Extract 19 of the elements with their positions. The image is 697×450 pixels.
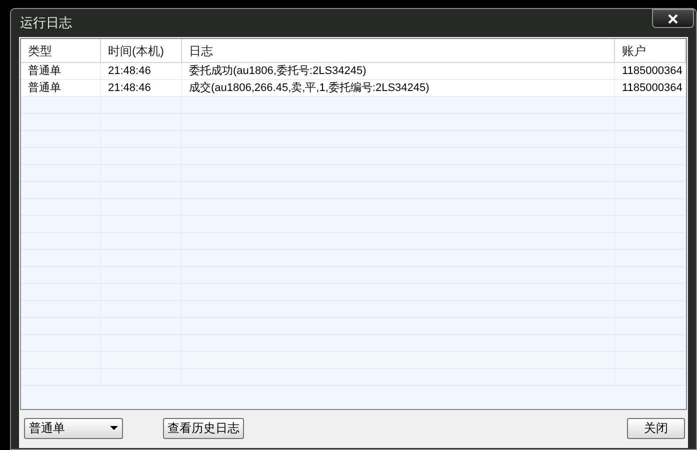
column-header[interactable]: 类型 bbox=[21, 39, 101, 62]
table-cell: 成交(au1806,266.45,卖,平,1,委托编号:2LS34245) bbox=[182, 80, 615, 96]
close-icon bbox=[668, 14, 678, 24]
column-header[interactable]: 日志 bbox=[182, 39, 615, 62]
table-cell: 1185000364 bbox=[615, 80, 686, 96]
caret-icon bbox=[110, 426, 118, 430]
table-cell: 普通单 bbox=[21, 80, 101, 96]
column-header[interactable]: 时间(本机) bbox=[101, 39, 182, 62]
table-cell: 1185000364 bbox=[615, 63, 686, 79]
table-cell: 21:48:46 bbox=[101, 63, 182, 79]
type-dropdown[interactable]: 普通单 bbox=[24, 418, 123, 438]
close-button[interactable] bbox=[652, 9, 694, 28]
close-dialog-button[interactable]: 关闭 bbox=[627, 418, 685, 438]
table-cell: 委托成功(au1806,委托号:2LS34245) bbox=[182, 63, 615, 79]
history-log-button[interactable]: 查看历史日志 bbox=[163, 418, 244, 438]
window-title: 运行日志 bbox=[19, 14, 72, 32]
table-cell: 21:48:46 bbox=[101, 80, 182, 96]
column-header[interactable]: 账户 bbox=[615, 39, 686, 62]
table-cell: 普通单 bbox=[21, 63, 101, 79]
